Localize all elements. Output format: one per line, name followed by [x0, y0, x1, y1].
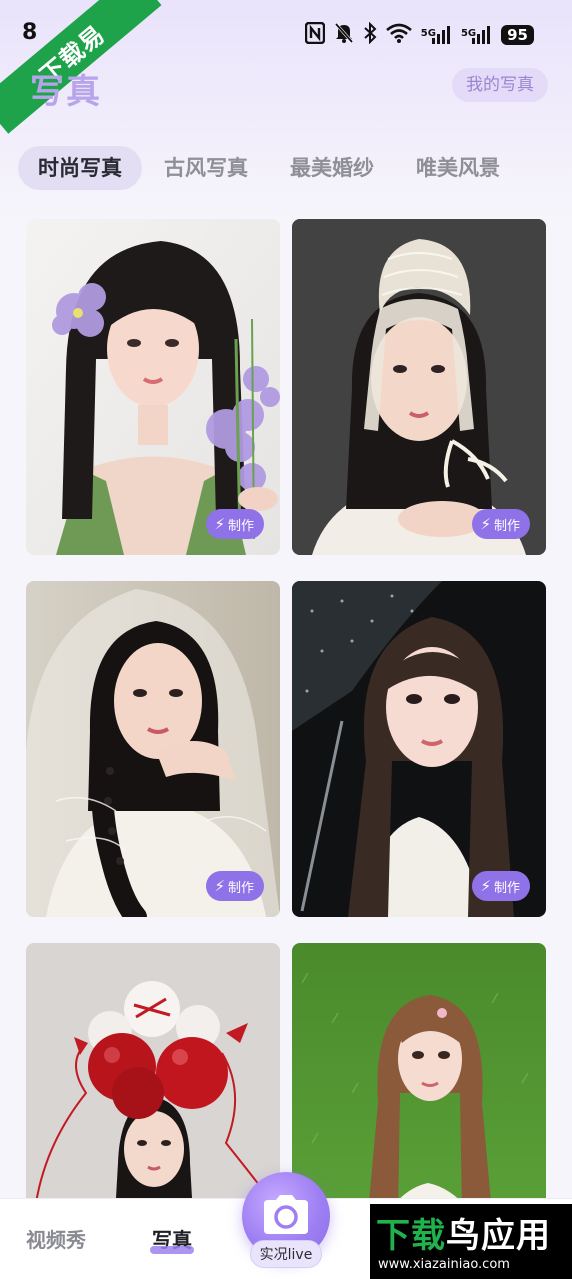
signal-label: 5G: [460, 27, 477, 39]
signal-label: 5G: [420, 27, 436, 39]
lightning-icon: ⚡: [214, 876, 225, 895]
make-label: 制作: [227, 880, 254, 896]
template-grid: ⚡ 制作 ⚡ 制作 ⚡ 制作 ⚡ 制作: [26, 219, 546, 1279]
camera-icon: [264, 1195, 308, 1234]
tab-fashion[interactable]: 时尚写真: [18, 146, 142, 190]
portrait-image: [292, 581, 546, 917]
portrait-image: [26, 581, 280, 917]
template-card[interactable]: ⚡ 制作: [26, 219, 280, 555]
portrait-image: [292, 219, 546, 555]
battery-indicator: 95: [501, 24, 534, 45]
my-photos-button[interactable]: 我的写真: [452, 68, 548, 102]
watermark-title-a: 下载: [376, 1216, 446, 1256]
signal-5g-icon: 5G: [421, 25, 452, 45]
make-button[interactable]: ⚡ 制作: [206, 871, 264, 901]
template-card[interactable]: ⚡ 制作: [292, 219, 546, 555]
wifi-icon: [385, 23, 412, 46]
status-time: 8: [22, 20, 38, 45]
signal-5g-icon: 5G: [461, 25, 492, 45]
make-button[interactable]: ⚡ 制作: [472, 509, 530, 539]
bluetooth-icon: [363, 21, 377, 47]
template-card[interactable]: ⚡ 制作: [292, 581, 546, 917]
nav-video-show[interactable]: 视频秀: [26, 1224, 86, 1253]
portrait-image: [26, 219, 280, 555]
watermark-title-b: 鸟应用: [446, 1216, 551, 1256]
site-watermark: 下载鸟应用 www.xiazainiao.com: [370, 1204, 572, 1279]
make-button[interactable]: ⚡ 制作: [206, 509, 264, 539]
lightning-icon: ⚡: [480, 876, 491, 895]
make-button[interactable]: ⚡ 制作: [472, 871, 530, 901]
tab-wedding-dress[interactable]: 最美婚纱: [270, 146, 394, 190]
tab-ancient-style[interactable]: 古风写真: [144, 146, 268, 190]
watermark-title: 下载鸟应用: [376, 1208, 551, 1257]
category-tabs: 时尚写真 古风写真 最美婚纱 唯美风景: [18, 146, 522, 190]
status-icons: 5G 5G 95: [304, 21, 534, 47]
lightning-icon: ⚡: [214, 514, 225, 533]
make-label: 制作: [493, 518, 520, 534]
template-card[interactable]: ⚡ 制作: [26, 581, 280, 917]
nav-active-indicator: [150, 1246, 194, 1254]
nfc-icon: [304, 21, 325, 47]
mute-icon: [334, 22, 354, 47]
watermark-url: www.xiazainiao.com: [378, 1257, 510, 1272]
make-label: 制作: [227, 518, 254, 534]
live-mode-label: 实况live: [250, 1240, 322, 1268]
page-title: 写真: [30, 72, 102, 112]
make-label: 制作: [493, 880, 520, 896]
tab-scenery[interactable]: 唯美风景: [396, 146, 520, 190]
lightning-icon: ⚡: [480, 514, 491, 533]
